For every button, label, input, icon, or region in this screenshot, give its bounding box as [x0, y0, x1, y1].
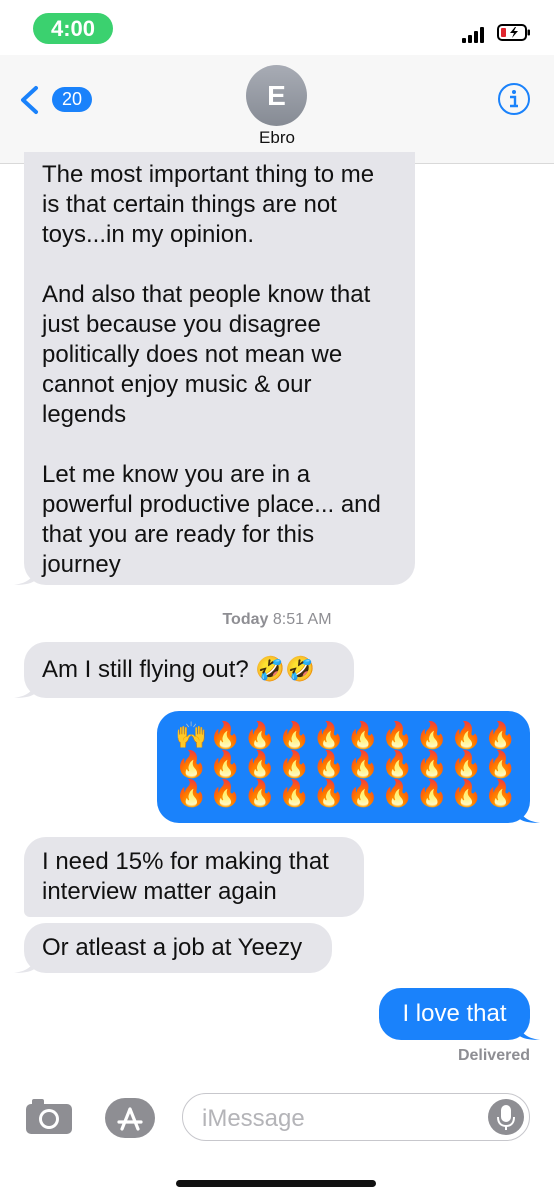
home-indicator[interactable]: [176, 1180, 376, 1187]
message-text: Let me know you are in a powerful produc…: [42, 461, 381, 578]
info-icon[interactable]: [497, 82, 531, 116]
sent-message[interactable]: I love that: [379, 988, 540, 1040]
bubble-tail: [14, 563, 36, 585]
emoji-row: 🙌🔥🔥🔥🔥🔥🔥🔥🔥🔥: [175, 720, 519, 750]
contact-name[interactable]: Ebro: [0, 128, 554, 148]
app-store-icon[interactable]: [104, 1097, 156, 1139]
timestamp: Today 8:51 AM: [0, 611, 554, 629]
microphone-icon[interactable]: [488, 1099, 524, 1135]
emoji-row: 🔥🔥🔥🔥🔥🔥🔥🔥🔥🔥: [175, 749, 519, 779]
received-message[interactable]: The most important thing to me is that c…: [14, 152, 415, 585]
message-text: The most important thing to me is that c…: [42, 161, 375, 248]
bubble-tail: [14, 951, 36, 973]
signal-icon: [462, 27, 488, 43]
message-text: Or atleast a job at Yeezy: [42, 934, 303, 961]
message-text: And also that people know that just beca…: [42, 281, 371, 428]
bubble-tail: [14, 676, 36, 698]
timestamp-time: 8:51 AM: [272, 611, 332, 628]
received-message[interactable]: Or atleast a job at Yeezy: [14, 923, 332, 973]
conversation-header: 20 E Ebro: [0, 55, 554, 164]
camera-icon[interactable]: [24, 1096, 74, 1136]
message-input[interactable]: iMessage: [182, 1093, 530, 1141]
timestamp-day: Today: [222, 611, 269, 628]
unread-count-badge: 20: [52, 87, 92, 112]
message-text: I love that: [402, 1000, 507, 1027]
status-time[interactable]: 4:00: [33, 13, 113, 44]
status-bar: 4:00: [0, 0, 554, 55]
message-text: I need 15% for making that interview mat…: [42, 848, 329, 905]
received-message[interactable]: I need 15% for making that interview mat…: [24, 837, 364, 917]
received-message[interactable]: Am I still flying out? 🤣🤣: [14, 642, 354, 698]
chevron-left-icon: [21, 86, 38, 114]
emoji-row: 🔥🔥🔥🔥🔥🔥🔥🔥🔥🔥: [175, 778, 519, 808]
message-text: Am I still flying out? 🤣🤣: [42, 656, 316, 683]
avatar[interactable]: E: [246, 65, 307, 126]
delivery-status: Delivered: [457, 1047, 530, 1064]
sent-message[interactable]: 🙌🔥🔥🔥🔥🔥🔥🔥🔥🔥 🔥🔥🔥🔥🔥🔥🔥🔥🔥🔥 🔥🔥🔥🔥🔥🔥🔥🔥🔥🔥: [157, 711, 540, 823]
message-input-placeholder: iMessage: [202, 1105, 305, 1132]
bubble-tail: [518, 1018, 540, 1040]
battery-icon: [497, 24, 530, 41]
bubble-tail: [518, 801, 540, 823]
